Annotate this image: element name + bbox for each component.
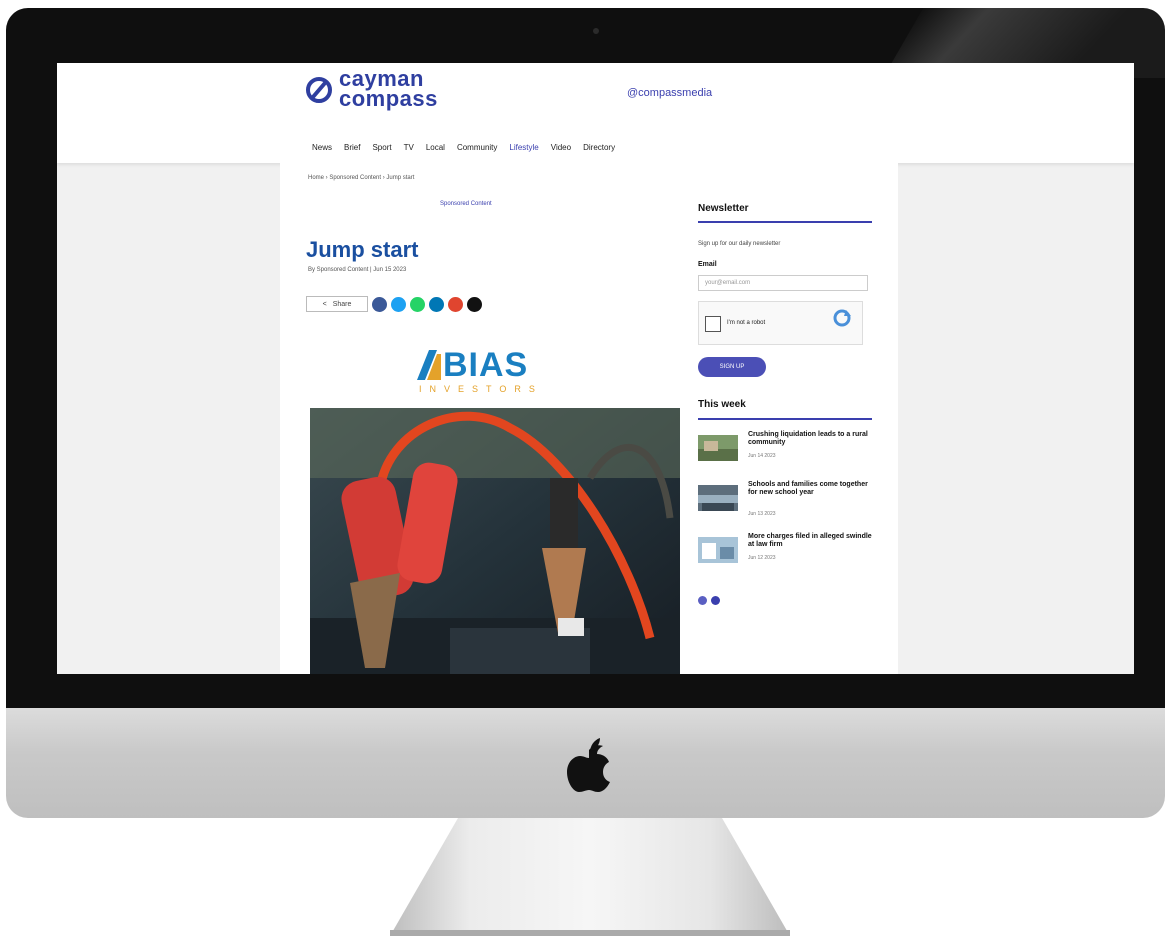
bias-logo-mark bbox=[417, 350, 441, 380]
logo-line-2: compass bbox=[339, 86, 438, 111]
jumper-cables-photo bbox=[310, 408, 680, 674]
print-icon[interactable] bbox=[467, 296, 482, 312]
nav-item-tv[interactable]: TV bbox=[404, 143, 414, 152]
carousel-dot[interactable] bbox=[711, 596, 720, 605]
article-meta: By Sponsored Content | Jun 15 2023 bbox=[308, 267, 407, 273]
newsletter-description: Sign up for our daily newsletter bbox=[698, 241, 781, 247]
nav-item-news[interactable]: News bbox=[312, 143, 332, 152]
nav-item-lifestyle[interactable]: Lifestyle bbox=[509, 143, 538, 152]
browser-screen: cayman compass @compassmedia News Brief … bbox=[57, 63, 1134, 674]
nav-item-video[interactable]: Video bbox=[551, 143, 571, 152]
recaptcha-icon bbox=[833, 309, 851, 327]
share-row: < Share bbox=[306, 296, 482, 312]
main-nav: News Brief Sport TV Local Community Life… bbox=[312, 143, 615, 152]
this-week-item[interactable]: More charges filed in alleged swindle at… bbox=[698, 533, 874, 573]
monitor-bezel: cayman compass @compassmedia News Brief … bbox=[6, 8, 1165, 710]
this-week-thumbnail bbox=[698, 485, 738, 511]
this-week-date: Jun 12 2023 bbox=[748, 555, 776, 561]
bias-investors-logo: BIAS INVESTORS bbox=[417, 346, 567, 400]
captcha-label: I'm not a robot bbox=[727, 320, 766, 326]
this-week-item[interactable]: Schools and families come together for n… bbox=[698, 481, 874, 521]
newsletter-heading: Newsletter bbox=[698, 203, 749, 214]
facebook-icon[interactable] bbox=[372, 296, 387, 312]
this-week-item[interactable]: Crushing liquidation leads to a rural co… bbox=[698, 431, 874, 471]
compass-media-link[interactable]: @compassmedia bbox=[627, 87, 712, 99]
linkedin-icon[interactable] bbox=[429, 296, 444, 312]
monitor-stand-base bbox=[390, 930, 790, 936]
this-week-date: Jun 14 2023 bbox=[748, 453, 776, 459]
site-header: cayman compass @compassmedia News Brief … bbox=[57, 63, 1134, 163]
breadcrumb[interactable]: Home › Sponsored Content › Jump start bbox=[308, 175, 414, 181]
twitter-icon[interactable] bbox=[391, 296, 406, 312]
sponsored-content-label[interactable]: Sponsored Content bbox=[440, 201, 492, 207]
newsletter-rule bbox=[698, 221, 872, 223]
apple-logo-icon bbox=[567, 738, 610, 792]
nav-item-sport[interactable]: Sport bbox=[372, 143, 391, 152]
signup-button[interactable]: SIGN UP bbox=[698, 357, 766, 377]
this-week-title: Schools and families come together for n… bbox=[748, 481, 868, 496]
carousel-dot[interactable] bbox=[698, 596, 707, 605]
this-week-title: More charges filed in alleged swindle at… bbox=[748, 533, 872, 548]
bias-logo-subtitle: INVESTORS bbox=[419, 384, 543, 394]
this-week-thumbnail bbox=[698, 537, 738, 563]
whatsapp-icon[interactable] bbox=[410, 296, 425, 312]
nav-item-community[interactable]: Community bbox=[457, 143, 497, 152]
bias-logo-word: BIAS bbox=[443, 346, 529, 384]
share-icon: < bbox=[322, 300, 327, 308]
monitor-stand bbox=[390, 818, 790, 936]
email-label: Email bbox=[698, 261, 717, 268]
nav-item-local[interactable]: Local bbox=[426, 143, 445, 152]
this-week-date: Jun 13 2023 bbox=[748, 511, 776, 517]
this-week-title: Crushing liquidation leads to a rural co… bbox=[748, 431, 868, 446]
captcha-checkbox[interactable] bbox=[705, 316, 721, 332]
site-logo-text[interactable]: cayman compass bbox=[339, 68, 438, 111]
nav-item-brief[interactable]: Brief bbox=[344, 143, 360, 152]
this-week-heading: This week bbox=[698, 399, 746, 410]
recaptcha-box: I'm not a robot bbox=[698, 301, 863, 345]
camera-icon bbox=[593, 28, 599, 34]
share-label: Share bbox=[332, 300, 352, 308]
compass-logo-icon[interactable] bbox=[305, 76, 333, 104]
carousel-dots bbox=[698, 596, 720, 605]
email-field[interactable]: your@email.com bbox=[698, 275, 868, 291]
share-button[interactable]: < Share bbox=[306, 296, 368, 312]
email-share-icon[interactable] bbox=[448, 296, 463, 312]
article-title: Jump start bbox=[306, 237, 419, 262]
this-week-rule bbox=[698, 418, 872, 420]
content-area: Home › Sponsored Content › Jump start Sp… bbox=[280, 163, 898, 674]
nav-item-directory[interactable]: Directory bbox=[583, 143, 615, 152]
this-week-thumbnail bbox=[698, 435, 738, 461]
